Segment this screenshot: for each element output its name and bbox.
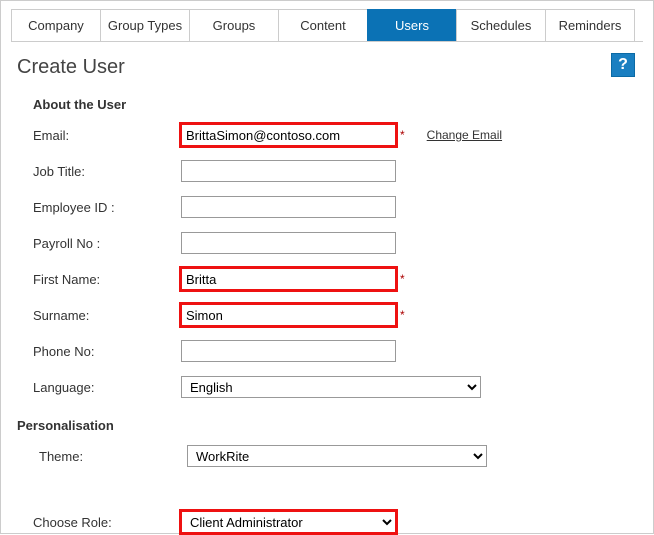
section-personalisation: Personalisation (17, 418, 643, 433)
form-about-user: Email: * Change Email Job Title: Employe… (11, 122, 643, 400)
required-marker: * (400, 308, 405, 322)
tab-group-types[interactable]: Group Types (100, 9, 190, 41)
label-first-name: First Name: (33, 272, 181, 287)
label-language: Language: (33, 380, 181, 395)
help-icon[interactable]: ? (611, 53, 635, 77)
choose-role-select[interactable]: Client Administrator (181, 511, 396, 533)
first-name-field[interactable] (181, 268, 396, 290)
page-title: Create User (17, 56, 643, 79)
email-field[interactable] (181, 124, 396, 146)
tab-schedules[interactable]: Schedules (456, 9, 546, 41)
label-theme: Theme: (39, 449, 187, 464)
app-window: Company Group Types Groups Content Users… (0, 0, 654, 534)
job-title-field[interactable] (181, 160, 396, 182)
tab-content[interactable]: Content (278, 9, 368, 41)
form-personalisation: Theme: WorkRite (11, 443, 643, 469)
label-email: Email: (33, 128, 181, 143)
main-tabs: Company Group Types Groups Content Users… (11, 9, 643, 42)
language-select[interactable]: English (181, 376, 481, 398)
tab-company[interactable]: Company (11, 9, 101, 41)
required-marker: * (400, 272, 405, 286)
tab-reminders[interactable]: Reminders (545, 9, 635, 41)
change-email-link[interactable]: Change Email (427, 128, 502, 142)
label-employee-id: Employee ID : (33, 200, 181, 215)
theme-select[interactable]: WorkRite (187, 445, 487, 467)
label-payroll-no: Payroll No : (33, 236, 181, 251)
label-surname: Surname: (33, 308, 181, 323)
required-marker: * (400, 128, 405, 142)
employee-id-field[interactable] (181, 196, 396, 218)
label-job-title: Job Title: (33, 164, 181, 179)
payroll-no-field[interactable] (181, 232, 396, 254)
tab-users[interactable]: Users (367, 9, 457, 41)
surname-field[interactable] (181, 304, 396, 326)
tab-groups[interactable]: Groups (189, 9, 279, 41)
section-about-the-user: About the User (33, 97, 643, 112)
phone-no-field[interactable] (181, 340, 396, 362)
form-choose-role: Choose Role: Client Administrator (11, 509, 643, 535)
label-choose-role: Choose Role: (33, 515, 181, 530)
label-phone-no: Phone No: (33, 344, 181, 359)
